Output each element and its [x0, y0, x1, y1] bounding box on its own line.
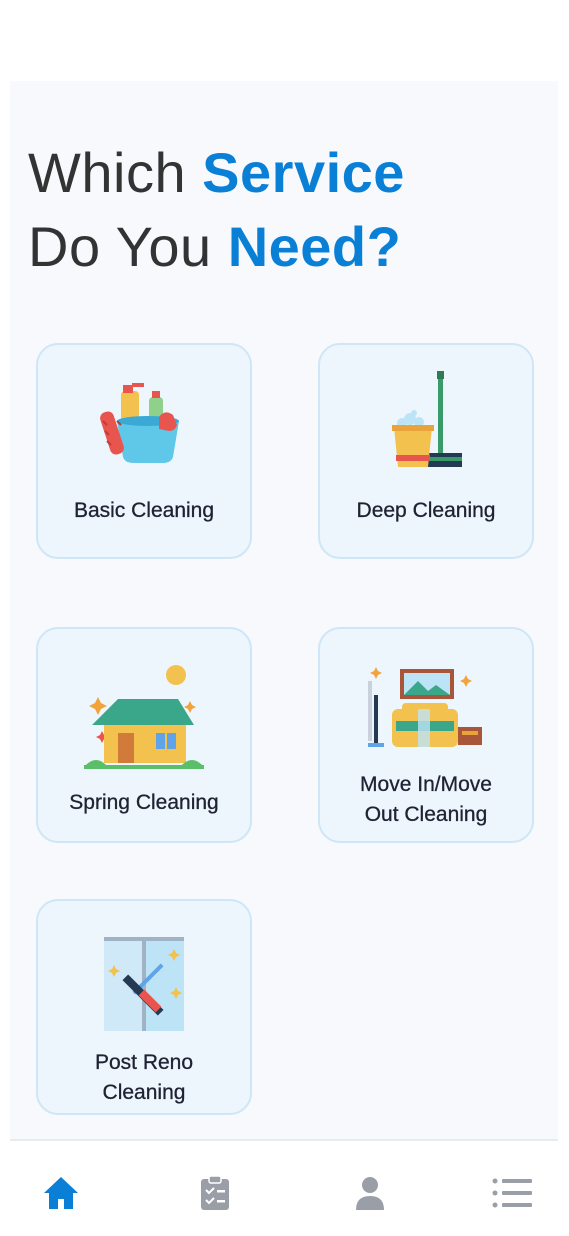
- window-squeegee-icon: [104, 937, 184, 1031]
- mop-bucket-icon: [392, 371, 462, 467]
- service-label: Basic Cleaning: [73, 499, 215, 522]
- clipboard-checklist-icon: [201, 1175, 229, 1210]
- title-which: Which: [28, 141, 203, 204]
- service-card-post-reno-cleaning[interactable]: Post Reno Cleaning: [36, 899, 252, 1115]
- page-title: Which Service Do You Need?: [28, 136, 405, 284]
- title-need: Need?: [227, 215, 402, 278]
- furnished-room-icon: [368, 667, 482, 747]
- list-menu-icon: [492, 1178, 532, 1208]
- nav-tab-bookings[interactable]: [193, 1171, 237, 1215]
- service-card-deep-cleaning[interactable]: Deep Cleaning: [318, 343, 534, 559]
- nav-tab-home[interactable]: [39, 1171, 83, 1215]
- service-label: Spring Cleaning: [69, 791, 219, 814]
- cleaning-supplies-bucket-icon: [100, 383, 179, 463]
- home-icon: [44, 1177, 78, 1209]
- service-label-line2: Out Cleaning: [364, 803, 488, 826]
- nav-tab-menu[interactable]: [490, 1171, 534, 1215]
- title-do-you: Do You: [28, 215, 228, 278]
- service-card-move-in-move-out-cleaning[interactable]: Move In/Move Out Cleaning: [318, 627, 534, 843]
- title-service: Service: [202, 141, 405, 204]
- service-card-spring-cleaning[interactable]: Spring Cleaning: [36, 627, 252, 843]
- nav-tab-profile[interactable]: [348, 1171, 392, 1215]
- service-label: Deep Cleaning: [356, 499, 496, 522]
- house-sparkle-icon: [84, 665, 204, 769]
- bottom-navigation: [10, 1139, 558, 1236]
- service-card-basic-cleaning[interactable]: Basic Cleaning: [36, 343, 252, 559]
- service-label-line1: Move In/Move: [360, 773, 492, 796]
- user-icon: [356, 1177, 384, 1210]
- service-label-line1: Post Reno: [94, 1051, 194, 1074]
- service-label-line2: Cleaning: [102, 1081, 186, 1104]
